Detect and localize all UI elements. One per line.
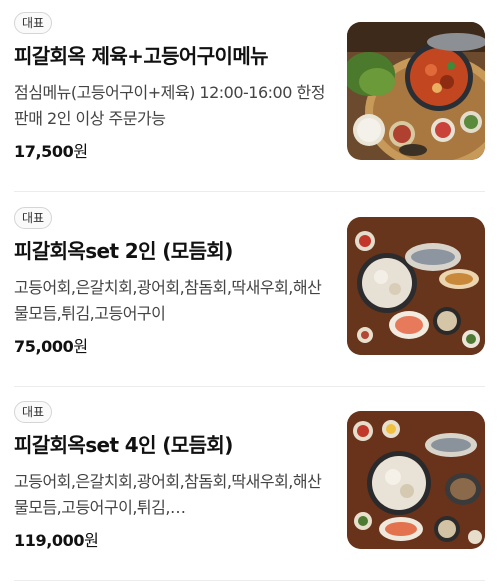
menu-item-title[interactable]: 피갈회옥 제육+고등어구이메뉴 xyxy=(14,42,330,70)
menu-item-title[interactable]: 피갈회옥set 4인 (모듬회) xyxy=(14,431,330,459)
divider xyxy=(14,386,485,387)
menu-item-price: 17,500원 xyxy=(14,140,330,164)
menu-item-description: 고등어회,은갈치회,광어회,참돔회,딱새우회,해산물모듬,튀김,고등어구이 xyxy=(14,278,322,323)
signature-badge: 대표 xyxy=(14,401,53,423)
menu-item-description: 고등어회,은갈치회,광어회,참돔회,딱새우회,해산물모듬,고등어구이,튀김,… xyxy=(14,472,322,517)
price-currency: 원 xyxy=(84,531,99,550)
menu-item[interactable]: 대표 피갈회옥set 2인 (모듬회) 고등어회,은갈치회,광어회,참돔회,딱새… xyxy=(14,207,485,363)
price-value: 119,000 xyxy=(14,531,85,550)
menu-item-description: 점심메뉴(고등어구이+제육) 12:00-16:00 한정판매 2인 이상 주문… xyxy=(14,83,325,128)
price-value: 75,000 xyxy=(14,337,74,356)
food-photo-sashimi-set-2-icon xyxy=(347,217,485,355)
menu-item-price: 75,000원 xyxy=(14,335,330,359)
menu-item-photo[interactable] xyxy=(347,217,485,355)
menu-list: 대표 피갈회옥 제육+고등어구이메뉴 점심메뉴(고등어구이+제육) 12:00-… xyxy=(0,0,499,587)
signature-badge: 대표 xyxy=(14,12,53,34)
menu-item-info: 대표 피갈회옥set 4인 (모듬회) 고등어회,은갈치회,광어회,참돔회,딱새… xyxy=(14,401,330,553)
menu-item-photo[interactable] xyxy=(347,22,485,160)
menu-item[interactable]: 대표 피갈회옥set 4인 (모듬회) 고등어회,은갈치회,광어회,참돔회,딱새… xyxy=(14,401,485,557)
menu-item-photo[interactable] xyxy=(347,411,485,549)
menu-item-price: 119,000원 xyxy=(14,529,330,553)
signature-badge: 대표 xyxy=(14,207,53,229)
price-value: 17,500 xyxy=(14,142,74,161)
divider xyxy=(14,580,485,581)
divider xyxy=(14,191,485,192)
menu-item-info: 대표 피갈회옥set 2인 (모듬회) 고등어회,은갈치회,광어회,참돔회,딱새… xyxy=(14,207,330,359)
menu-item-title[interactable]: 피갈회옥set 2인 (모듬회) xyxy=(14,237,330,265)
food-photo-sashimi-set-4-icon xyxy=(347,411,485,549)
price-currency: 원 xyxy=(73,142,88,161)
price-currency: 원 xyxy=(73,337,88,356)
menu-item-info: 대표 피갈회옥 제육+고등어구이메뉴 점심메뉴(고등어구이+제육) 12:00-… xyxy=(14,12,330,164)
food-photo-stirfried-pork-set-icon xyxy=(347,22,485,160)
menu-item[interactable]: 대표 피갈회옥 제육+고등어구이메뉴 점심메뉴(고등어구이+제육) 12:00-… xyxy=(14,12,485,168)
